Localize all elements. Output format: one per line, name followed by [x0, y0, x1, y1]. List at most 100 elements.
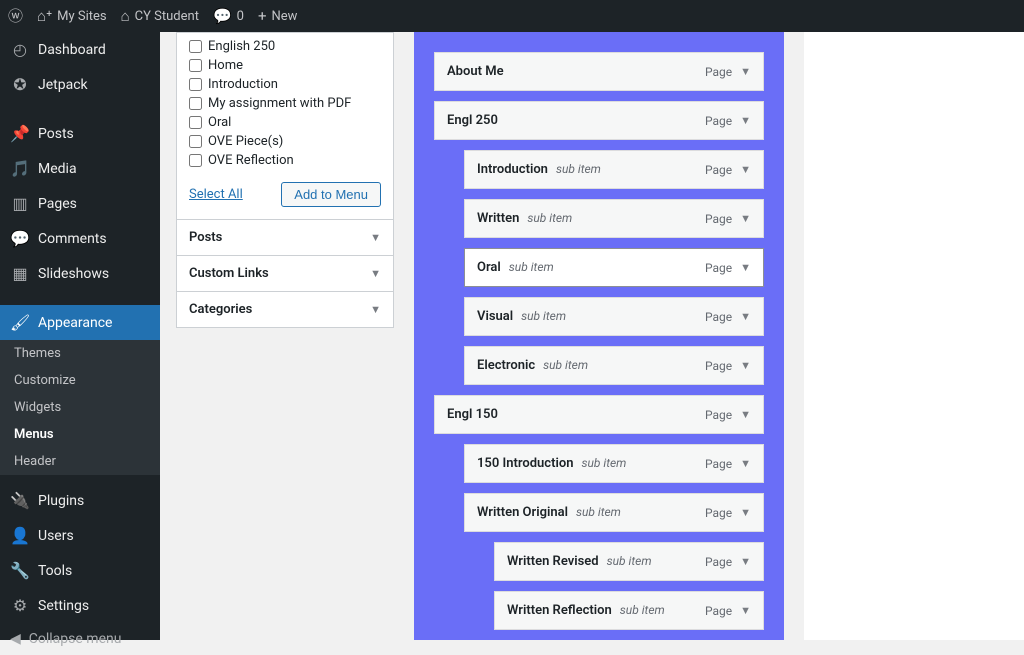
site-name-link[interactable]: ⌂CY Student	[121, 9, 199, 24]
page-checkbox[interactable]	[189, 135, 202, 148]
chevron-down-icon[interactable]: ▼	[740, 261, 751, 274]
menu-item-title: 150 Introduction	[477, 456, 573, 471]
sub-item-label: sub item	[607, 554, 652, 568]
menu-item-handle[interactable]: Engl 250 Page ▼	[434, 101, 764, 140]
plugin-icon: 🔌	[10, 491, 30, 510]
page-checkbox-item[interactable]: Home	[189, 56, 381, 75]
menu-item-handle[interactable]: About MePage▼	[434, 52, 764, 91]
menu-item-handle[interactable]: Visualsub itemPage▼	[464, 297, 764, 336]
page-checkbox[interactable]	[189, 97, 202, 110]
sidebar-item-tools[interactable]: 🔧Tools	[0, 553, 160, 588]
sidebar-item-plugins[interactable]: 🔌Plugins	[0, 483, 160, 518]
menu-item-handle[interactable]: Engl 150Page▼	[434, 395, 764, 434]
home-icon: ⌂	[121, 9, 130, 24]
menu-item-handle[interactable]: Writtensub itemPage▼	[464, 199, 764, 238]
categories-metabox[interactable]: Categories▼	[176, 291, 394, 328]
submenu-themes[interactable]: Themes	[0, 340, 160, 367]
wordpress-icon: ⓦ	[8, 9, 23, 24]
dashboard-icon: ◴	[10, 40, 30, 59]
sub-item-label: sub item	[527, 211, 572, 225]
chevron-down-icon[interactable]: ▼	[740, 555, 751, 568]
page-checkbox-item[interactable]: Oral	[189, 113, 381, 132]
sub-item-label: sub item	[620, 603, 665, 617]
metabox-column: English 250HomeIntroductionMy assignment…	[176, 32, 394, 640]
chevron-down-icon[interactable]: ▼	[740, 65, 751, 78]
page-checkbox-item[interactable]: OVE Reflection	[189, 151, 381, 170]
menu-item-title: Oral	[477, 260, 501, 275]
sites-icon: ⌂⁺	[37, 9, 52, 24]
sidebar-item-posts[interactable]: 📌Posts	[0, 116, 160, 151]
sidebar-item-slideshows[interactable]: ▦Slideshows	[0, 256, 160, 291]
menu-item-handle[interactable]: Oral sub item Page ▼	[464, 248, 764, 287]
sub-item-label: sub item	[543, 358, 588, 372]
page-checkbox-item[interactable]: OVE Piece(s)	[189, 132, 381, 151]
page-checkbox-item[interactable]: English 250	[189, 37, 381, 56]
menu-item-title: Electronic	[477, 358, 535, 373]
menu-item-handle[interactable]: Introductionsub itemPage▼	[464, 150, 764, 189]
new-link[interactable]: +New	[258, 9, 297, 24]
menu-item-type: Page	[705, 65, 732, 79]
sidebar-item-comments[interactable]: 💬Comments	[0, 221, 160, 256]
sidebar-item-users[interactable]: 👤Users	[0, 518, 160, 553]
pin-icon: 📌	[10, 124, 30, 143]
chevron-down-icon[interactable]: ▼	[740, 114, 751, 127]
page-checkbox[interactable]	[189, 154, 202, 167]
menu-item-type: Page	[705, 212, 732, 226]
chevron-down-icon[interactable]: ▼	[740, 506, 751, 519]
chevron-down-icon[interactable]: ▼	[740, 212, 751, 225]
submenu-customize[interactable]: Customize	[0, 367, 160, 394]
menu-item-handle[interactable]: Electronic sub item Page ▼	[464, 346, 764, 385]
page-checkbox[interactable]	[189, 116, 202, 129]
menu-item-handle[interactable]: Written Reflectionsub itemPage▼	[494, 591, 764, 630]
page-checkbox-item[interactable]: My assignment with PDF	[189, 94, 381, 113]
submenu-header[interactable]: Header	[0, 448, 160, 475]
comment-icon: 💬	[10, 229, 30, 248]
menu-item-handle[interactable]: 150 Introductionsub itemPage▼	[464, 444, 764, 483]
pages-metabox: English 250HomeIntroductionMy assignment…	[176, 32, 394, 220]
chevron-down-icon[interactable]: ▼	[740, 604, 751, 617]
chevron-down-icon[interactable]: ▼	[740, 359, 751, 372]
comments-link[interactable]: 💬0	[213, 9, 244, 24]
brush-icon: 🖌	[10, 313, 30, 332]
custom-links-metabox[interactable]: Custom Links▼	[176, 255, 394, 292]
chevron-down-icon[interactable]: ▼	[740, 408, 751, 421]
admin-sidebar: ◴Dashboard ✪Jetpack 📌Posts 🎵Media ▥Pages…	[0, 32, 160, 640]
posts-metabox[interactable]: Posts▼	[176, 219, 394, 256]
chevron-down-icon: ▼	[370, 303, 381, 316]
collapse-menu[interactable]: ◀Collapse menu	[0, 623, 160, 655]
sub-item-label: sub item	[576, 505, 621, 519]
appearance-submenu: Themes Customize Widgets Menus Header	[0, 340, 160, 475]
my-sites-link[interactable]: ⌂⁺My Sites	[37, 9, 107, 24]
add-to-menu-button[interactable]: Add to Menu	[281, 182, 381, 207]
menu-item-type: Page	[705, 408, 732, 422]
chevron-down-icon[interactable]: ▼	[740, 457, 751, 470]
select-all-link[interactable]: Select All	[189, 187, 243, 202]
menu-item-type: Page	[705, 114, 732, 128]
user-icon: 👤	[10, 526, 30, 545]
page-checkbox-item[interactable]: Introduction	[189, 75, 381, 94]
page-checkbox[interactable]	[189, 78, 202, 91]
sub-item-label: sub item	[521, 309, 566, 323]
slideshow-icon: ▦	[10, 264, 30, 283]
menu-item-type: Page	[705, 359, 732, 373]
submenu-menus[interactable]: Menus	[0, 421, 160, 448]
sidebar-item-dashboard[interactable]: ◴Dashboard	[0, 32, 160, 67]
jetpack-icon: ✪	[10, 75, 30, 94]
submenu-widgets[interactable]: Widgets	[0, 394, 160, 421]
sidebar-item-appearance[interactable]: 🖌Appearance	[0, 305, 160, 340]
menu-item-handle[interactable]: Written Revisedsub itemPage▼	[494, 542, 764, 581]
sidebar-item-settings[interactable]: ⚙Settings	[0, 588, 160, 623]
menu-item-title: Engl 250	[447, 113, 498, 128]
menu-item-handle[interactable]: Written Originalsub itemPage▼	[464, 493, 764, 532]
wp-logo[interactable]: ⓦ	[8, 9, 23, 24]
page-checkbox[interactable]	[189, 40, 202, 53]
page-checkbox[interactable]	[189, 59, 202, 72]
menu-item-type: Page	[705, 261, 732, 275]
sidebar-item-pages[interactable]: ▥Pages	[0, 186, 160, 221]
chevron-down-icon[interactable]: ▼	[740, 163, 751, 176]
chevron-down-icon[interactable]: ▼	[740, 310, 751, 323]
sidebar-item-jetpack[interactable]: ✪Jetpack	[0, 67, 160, 102]
sidebar-item-media[interactable]: 🎵Media	[0, 151, 160, 186]
menu-item-title: Written Revised	[507, 554, 599, 569]
sub-item-label: sub item	[509, 260, 554, 274]
